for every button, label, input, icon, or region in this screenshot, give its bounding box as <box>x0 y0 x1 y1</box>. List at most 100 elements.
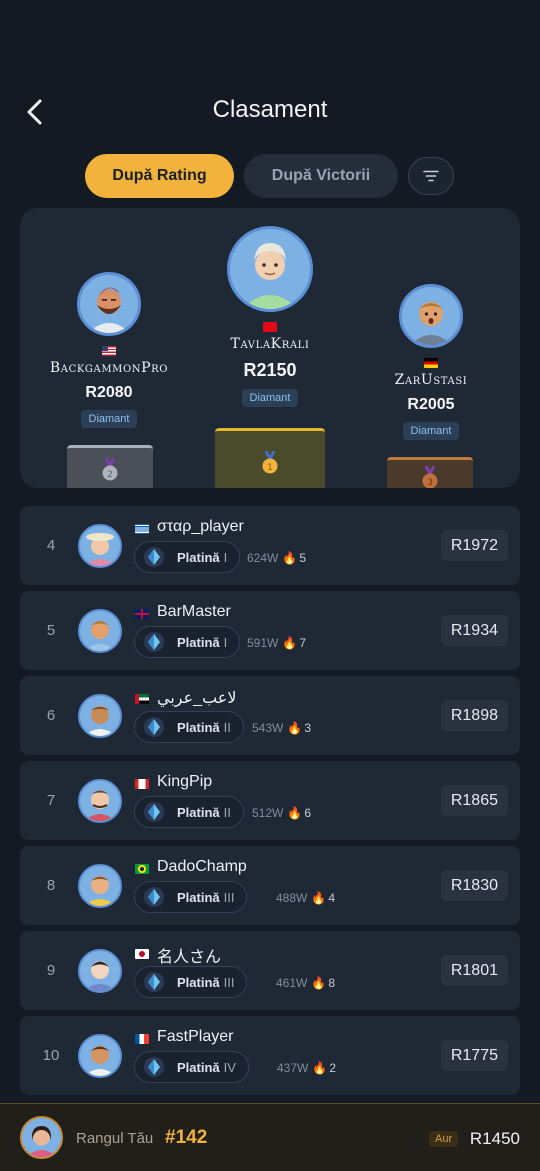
flag-us-icon <box>102 346 116 356</box>
rating-value: R1972 <box>440 530 508 561</box>
player-name: FastPlayer <box>157 1028 234 1045</box>
wins-count: 461W <box>276 976 308 990</box>
tab-by-wins[interactable]: După Victorii <box>244 154 398 198</box>
list-item[interactable]: 10 FastPlayer Platină IV 437W 🔥 2 R1775 <box>20 1016 520 1095</box>
flag-ca-icon <box>135 779 149 789</box>
tier-level: III <box>223 974 235 990</box>
player-stats: 437W 🔥 2 <box>277 1061 336 1075</box>
flag-br-icon <box>135 864 149 874</box>
tier-name: Platină <box>177 1059 220 1075</box>
list-item[interactable]: 5 BarMaster Platină I 591W 🔥 7 R1934 <box>20 591 520 670</box>
wins-count: 543W <box>252 721 284 735</box>
tier-badge: Platină III <box>134 966 248 998</box>
player-name: 名人さん <box>157 949 222 966</box>
tier-name: Platină <box>177 889 220 905</box>
player-name: DadoChamp <box>157 858 247 875</box>
rank-number: 8 <box>46 877 56 894</box>
podium-block-third: 3 <box>387 457 473 488</box>
tier-badge: Diamant <box>80 410 138 428</box>
player-name: TavlaKrali <box>230 336 310 352</box>
tier-name: Platină <box>177 719 220 735</box>
list-item[interactable]: 6 لاعب_عربي Platină II 543W 🔥 3 R1898 <box>20 676 520 755</box>
tier-level: I <box>223 634 228 650</box>
avatar <box>78 949 122 993</box>
player-name: BackgammonPro <box>49 360 169 376</box>
tier-name: Platină <box>177 974 220 990</box>
fire-icon: 🔥 <box>311 976 327 990</box>
platinum-gem-icon <box>144 547 164 567</box>
svg-text:3: 3 <box>427 478 433 488</box>
flag-de-icon <box>424 358 438 368</box>
streak-count: 3 <box>304 721 311 735</box>
list-item[interactable]: 7 KingPip Platină II 512W 🔥 6 R1865 <box>20 761 520 840</box>
podium-second[interactable]: BackgammonPro R2080 Diamant <box>25 272 193 428</box>
tier-badge: Diamant <box>402 422 460 440</box>
tier-level: IV <box>223 1059 236 1075</box>
streak-count: 7 <box>299 636 306 650</box>
avatar <box>399 284 463 348</box>
avatar <box>78 524 122 568</box>
tier-badge: Aur <box>429 1131 459 1147</box>
bronze-medal-icon: 3 <box>422 466 438 488</box>
flag-ae-icon <box>135 694 149 704</box>
player-stats: 543W 🔥 3 <box>252 721 311 735</box>
svg-text:2: 2 <box>107 470 113 480</box>
tier-badge: Platină II <box>134 796 244 828</box>
rank-number: 4 <box>46 537 56 554</box>
platinum-gem-icon <box>144 887 164 907</box>
rating-value: R1865 <box>440 785 508 816</box>
fire-icon: 🔥 <box>282 551 298 565</box>
tier-badge: Platină II <box>134 711 244 743</box>
sort-tabs: După Rating După Victorii <box>85 154 454 198</box>
streak-count: 6 <box>304 806 311 820</box>
your-rank-number: #142 <box>165 1127 208 1148</box>
player-rating: R2080 <box>85 384 133 401</box>
avatar <box>227 226 313 312</box>
rank-number: 7 <box>46 792 56 809</box>
podium-first[interactable]: TavlaKrali R2150 Diamant <box>185 226 355 407</box>
wins-count: 512W <box>252 806 284 820</box>
flag-tr-icon <box>263 322 277 332</box>
avatar <box>78 694 122 738</box>
platinum-gem-icon <box>144 802 164 822</box>
rank-number: 6 <box>46 707 56 724</box>
tab-by-rating[interactable]: După Rating <box>85 154 234 198</box>
tier-name: Platină <box>177 549 220 565</box>
list-item[interactable]: 4 σταρ_player Platină I 624W 🔥 5 R1972 <box>20 506 520 585</box>
page-title: Clasament <box>212 96 328 123</box>
fire-icon: 🔥 <box>311 891 327 905</box>
my-rank-bar[interactable]: Rangul Tău #142 Aur R1450 <box>0 1103 540 1171</box>
podium-block-second: 2 <box>67 445 153 488</box>
tier-name: Platină <box>177 804 220 820</box>
tier-badge: Platină III <box>134 881 248 913</box>
rank-number: 5 <box>46 622 56 639</box>
podium-third[interactable]: ZarUstasi R2005 Diamant <box>347 284 515 440</box>
rating-value: R1934 <box>440 615 508 646</box>
filter-button[interactable] <box>408 157 454 195</box>
platinum-gem-icon <box>144 717 164 737</box>
avatar <box>78 864 122 908</box>
filter-icon <box>423 170 439 182</box>
avatar <box>77 272 141 336</box>
list-item[interactable]: 8 DadoChamp Platină III 488W 🔥 4 R1830 <box>20 846 520 925</box>
player-stats: 624W 🔥 5 <box>247 551 306 565</box>
tier-name: Platină <box>177 634 220 650</box>
avatar <box>20 1116 63 1159</box>
player-stats: 512W 🔥 6 <box>252 806 311 820</box>
player-name: BarMaster <box>157 603 231 620</box>
streak-count: 4 <box>328 891 335 905</box>
svg-text:1: 1 <box>267 463 273 473</box>
streak-count: 5 <box>299 551 306 565</box>
platinum-gem-icon <box>144 632 164 652</box>
tier-badge: Platină I <box>134 626 241 658</box>
wins-count: 437W <box>277 1061 309 1075</box>
list-item[interactable]: 9 名人さん Platină III 461W 🔥 8 R1801 <box>20 931 520 1010</box>
fire-icon: 🔥 <box>287 806 303 820</box>
podium: BackgammonPro R2080 Diamant TavlaKrali R… <box>20 208 520 488</box>
tier-level: II <box>223 719 231 735</box>
your-rating: R1450 <box>469 1129 520 1148</box>
your-rank-label: Rangul Tău <box>76 1130 154 1147</box>
header: Clasament <box>0 90 540 134</box>
avatar <box>78 1034 122 1078</box>
flag-jp-icon <box>135 949 149 959</box>
